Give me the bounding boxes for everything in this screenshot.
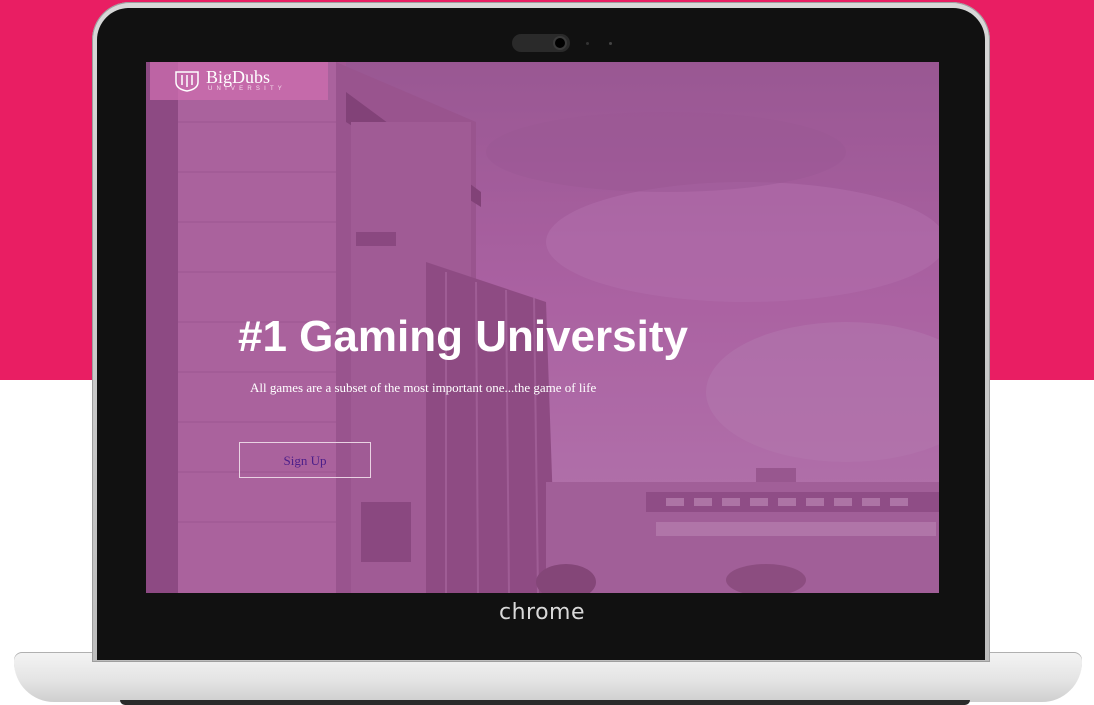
webcam-icon <box>555 38 565 48</box>
sensor-dot <box>586 42 589 45</box>
sign-up-button[interactable]: Sign Up <box>239 442 371 478</box>
laptop-brand-label: chrome <box>498 600 586 625</box>
site-logo[interactable]: BigDubs UNIVERSITY <box>150 62 328 100</box>
sensor-dot <box>609 42 612 45</box>
laptop-base-hinge <box>120 700 970 705</box>
hero-subtitle: All games are a subset of the most impor… <box>250 380 597 395</box>
crest-icon <box>175 71 199 92</box>
logo-name: BigDubs <box>206 67 271 87</box>
logo-subtitle: UNIVERSITY <box>208 86 287 92</box>
hero-title: #1 Gaming University <box>238 312 688 361</box>
laptop-screen: BigDubs UNIVERSITY #1 Gaming University … <box>146 62 939 593</box>
